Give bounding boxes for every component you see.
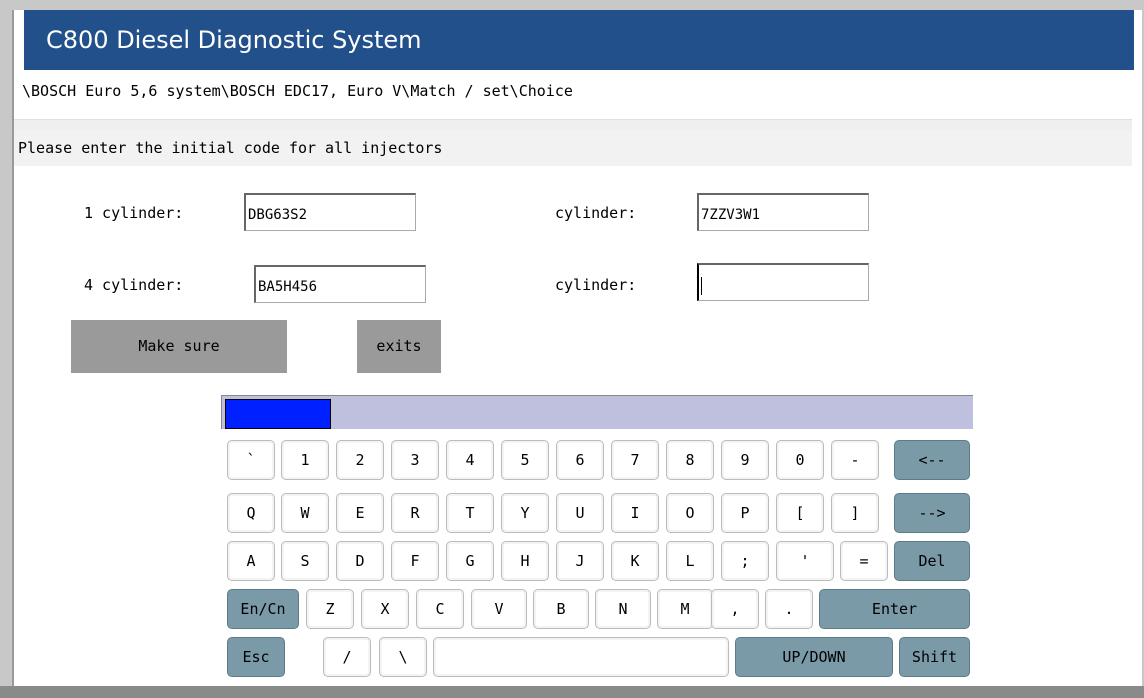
key-2[interactable]: 2 <box>336 440 384 480</box>
key-i[interactable]: I <box>611 493 659 533</box>
key-t[interactable]: T <box>446 493 494 533</box>
key-h[interactable]: H <box>501 541 549 581</box>
key-shift[interactable]: Shift <box>899 637 970 677</box>
key-minus[interactable]: - <box>831 440 879 480</box>
key-r[interactable]: R <box>391 493 439 533</box>
cylinder-4-label: 4 cylinder: <box>84 276 184 294</box>
cylinder-2-input[interactable]: 7ZZV3W1 <box>697 193 869 231</box>
make-sure-button[interactable]: Make sure <box>71 320 287 373</box>
key-4[interactable]: 4 <box>446 440 494 480</box>
app-window: C800 Diesel Diagnostic System \BOSCH Eur… <box>12 10 1142 686</box>
key-space[interactable] <box>433 637 729 677</box>
key-enter[interactable]: Enter <box>819 589 970 629</box>
key-u[interactable]: U <box>556 493 604 533</box>
cylinder-1-input[interactable]: DBG63S2 <box>244 193 416 231</box>
exit-button[interactable]: exits <box>357 320 441 373</box>
key-quote[interactable]: ' <box>776 541 834 581</box>
key-period[interactable]: . <box>765 589 813 629</box>
window-bottom-border <box>0 686 1144 698</box>
input-mode-indicator <box>225 399 331 429</box>
key-x[interactable]: X <box>361 589 409 629</box>
key-3[interactable]: 3 <box>391 440 439 480</box>
key-forward[interactable]: --> <box>894 493 970 533</box>
key-0[interactable]: 0 <box>776 440 824 480</box>
divider <box>14 119 1132 130</box>
key-s[interactable]: S <box>281 541 329 581</box>
key-slash[interactable]: / <box>323 637 371 677</box>
key-e[interactable]: E <box>336 493 384 533</box>
key-y[interactable]: Y <box>501 493 549 533</box>
cylinder-1-label: 1 cylinder: <box>84 204 184 222</box>
key-z[interactable]: Z <box>306 589 354 629</box>
key-8[interactable]: 8 <box>666 440 714 480</box>
instruction-text: Please enter the initial code for all in… <box>14 130 1132 166</box>
key-semicolon[interactable]: ; <box>721 541 769 581</box>
breadcrumb: \BOSCH Euro 5,6 system\BOSCH EDC17, Euro… <box>22 82 573 100</box>
key-lang-toggle[interactable]: En/Cn <box>227 589 299 629</box>
key-v[interactable]: V <box>471 589 527 629</box>
key-c[interactable]: C <box>416 589 464 629</box>
on-screen-keyboard: ` 1 2 3 4 5 6 7 8 9 0 - <-- Q W E R T Y … <box>221 395 973 677</box>
key-5[interactable]: 5 <box>501 440 549 480</box>
key-g[interactable]: G <box>446 541 494 581</box>
key-j[interactable]: J <box>556 541 604 581</box>
key-n[interactable]: N <box>595 589 651 629</box>
key-q[interactable]: Q <box>227 493 275 533</box>
text-cursor <box>701 277 702 295</box>
key-d[interactable]: D <box>336 541 384 581</box>
key-7[interactable]: 7 <box>611 440 659 480</box>
key-k[interactable]: K <box>611 541 659 581</box>
key-b[interactable]: B <box>533 589 589 629</box>
key-equals[interactable]: = <box>840 541 888 581</box>
key-right-bracket[interactable]: ] <box>831 493 879 533</box>
cylinder-3-input[interactable] <box>697 263 869 301</box>
key-backtick[interactable]: ` <box>227 440 275 480</box>
app-title: C800 Diesel Diagnostic System <box>24 10 1134 70</box>
cylinder-3-label: cylinder: <box>555 276 637 294</box>
cylinder-2-label: cylinder: <box>555 204 637 222</box>
key-comma[interactable]: , <box>711 589 759 629</box>
key-1[interactable]: 1 <box>281 440 329 480</box>
key-f[interactable]: F <box>391 541 439 581</box>
key-left-bracket[interactable]: [ <box>776 493 824 533</box>
key-a[interactable]: A <box>227 541 275 581</box>
key-backslash[interactable]: \ <box>379 637 427 677</box>
key-delete[interactable]: Del <box>894 541 970 581</box>
key-o[interactable]: O <box>666 493 714 533</box>
key-escape[interactable]: Esc <box>227 637 285 677</box>
keyboard-header <box>221 395 973 429</box>
key-backspace[interactable]: <-- <box>894 440 970 480</box>
key-9[interactable]: 9 <box>721 440 769 480</box>
cylinder-4-input[interactable]: BA5H456 <box>254 265 426 303</box>
key-6[interactable]: 6 <box>556 440 604 480</box>
key-up-down[interactable]: UP/DOWN <box>735 637 893 677</box>
key-l[interactable]: L <box>666 541 714 581</box>
key-p[interactable]: P <box>721 493 769 533</box>
key-w[interactable]: W <box>281 493 329 533</box>
key-m[interactable]: M <box>657 589 713 629</box>
